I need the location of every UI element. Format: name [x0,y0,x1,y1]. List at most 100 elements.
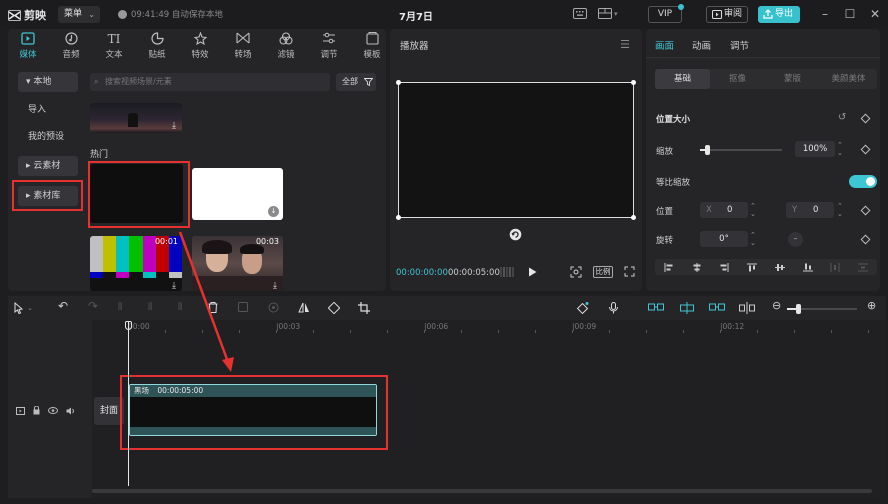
visibility-icon[interactable] [48,407,58,414]
delete-icon[interactable] [208,302,218,313]
keyboard-icon[interactable] [573,8,587,19]
zoom-out-icon[interactable]: ⊖ [772,299,781,312]
crop-icon[interactable] [358,302,370,314]
white-clip-thumbnail[interactable]: ↓ [192,168,283,220]
tab-stickers[interactable]: 贴纸 [141,32,173,60]
split-icon[interactable]: ⫴ [118,302,122,313]
menu-dropdown[interactable]: 菜单 ⌄ [58,6,100,23]
tab-text[interactable]: TI 文本 [98,32,130,60]
rotate-input[interactable]: 0° [700,231,748,247]
fit-screen-icon[interactable] [570,266,582,278]
tab-effects[interactable]: 特效 [184,32,216,60]
zoom-slider-handle[interactable] [796,304,801,314]
download-icon[interactable]: ⤓ [172,281,176,291]
download-icon[interactable]: ⤓ [273,281,277,291]
reset-icon[interactable]: ↺ [838,112,846,123]
mirror-icon[interactable] [298,302,310,313]
tab-adjustment[interactable]: 调节 [730,38,749,52]
minimize-button[interactable]: – [818,7,832,21]
review-button[interactable]: 审阅 [706,6,748,23]
tab-templates[interactable]: 模板 [356,32,388,60]
auto-snap-icon[interactable] [679,302,695,314]
sidebar-item-cloud[interactable]: ▸ 云素材 [18,156,78,176]
align-left-icon[interactable] [664,262,674,272]
subtab-basic[interactable]: 基础 [655,69,710,89]
timeline-scrollbar[interactable] [92,489,872,493]
select-tool[interactable]: ⌄ [14,302,33,314]
keyframe-icon[interactable] [860,205,871,216]
volume-icon[interactable] [66,407,75,415]
keyframe-icon[interactable] [860,144,871,155]
align-right-icon[interactable] [719,262,729,272]
tab-picture[interactable]: 画面 [655,38,674,52]
track-video-icon[interactable] [16,406,25,415]
fullscreen-icon[interactable] [624,266,635,277]
tab-adjust[interactable]: 调节 [313,32,345,60]
split-left-icon[interactable]: ⫴ [148,302,152,313]
uniform-scale-toggle[interactable] [849,175,877,188]
zoom-in-icon[interactable]: ⊕ [867,299,876,312]
sidebar-item-presets[interactable]: 我的预设 [18,127,88,147]
tab-animation[interactable]: 动画 [692,38,711,52]
download-icon[interactable]: ⤓ [172,121,176,131]
tab-filters[interactable]: 滤镜 [270,32,302,60]
sidebar-item-local[interactable]: ▾ 本地 [18,72,78,92]
search-input[interactable]: ⌕ 搜索视频场景/元素 [90,73,330,91]
scale-slider-handle[interactable] [705,145,711,155]
align-top-icon[interactable] [747,263,758,272]
keyframe-icon[interactable] [860,113,871,124]
keyframe-icon[interactable] [860,234,871,245]
tab-transitions[interactable]: 转场 [227,32,259,60]
align-bottom-icon[interactable] [802,263,813,272]
rotate-dial[interactable]: – [788,232,803,247]
maximize-button[interactable]: ☐ [843,7,857,21]
linkage-icon[interactable] [709,302,725,312]
aspect-ratio-button[interactable]: 比例 [593,266,613,278]
playhead[interactable] [128,321,129,486]
scale-slider[interactable] [700,145,782,155]
distribute-v-icon[interactable] [858,263,869,272]
scale-stepper[interactable]: ⌃ ⌄ [837,141,843,157]
time-ruler[interactable]: 00:00 |00:03 |00:06 |00:09 |00:12 [92,320,886,334]
zoom-slider[interactable] [787,304,857,314]
download-icon[interactable]: ↓ [268,206,279,217]
reverse-icon[interactable] [268,302,279,313]
align-center-h-icon[interactable] [692,262,702,272]
x-stepper[interactable]: ⌃ ⌄ [750,202,756,218]
subtab-cutout[interactable]: 抠像 [710,69,765,89]
undo-icon[interactable]: ↶ [58,299,68,313]
close-button[interactable]: ✕ [868,7,882,21]
preview-axis-icon[interactable] [739,302,755,314]
playhead-handle[interactable] [125,321,132,330]
scale-input[interactable]: 100% [795,141,835,157]
sunset-thumbnail[interactable]: ⤓ [90,103,182,133]
people-thumbnail[interactable]: 00:03 ⤓ [192,236,283,291]
color-bars-thumbnail[interactable]: 00:01 ⤓ [90,236,182,291]
tab-audio[interactable]: 音频 [55,32,87,60]
export-button[interactable]: 导出 [758,6,800,23]
freeze-icon[interactable] [238,302,248,312]
sidebar-item-import[interactable]: 导入 [18,100,78,120]
filter-button[interactable]: 全部 [336,73,376,91]
position-x-input[interactable]: X 0 [700,202,748,218]
y-stepper[interactable]: ⌃ ⌄ [837,202,843,218]
microphone-icon[interactable] [609,302,618,314]
align-center-v-icon[interactable] [774,263,785,272]
rotate-stepper[interactable]: ⌃ ⌄ [750,231,756,247]
waveform-icon[interactable] [500,267,514,277]
redo-icon[interactable]: ↷ [88,299,98,313]
split-right-icon[interactable]: ⫴ [178,302,182,313]
vip-button[interactable]: VIP [648,4,684,23]
lock-icon[interactable] [33,406,40,415]
rotate-icon[interactable] [328,302,340,314]
subtab-beauty[interactable]: 美颜美体 [820,69,877,89]
tab-media[interactable]: 媒体 [12,32,44,60]
layout-icon[interactable]: ▾ [598,8,618,19]
subtab-mask[interactable]: 蒙版 [765,69,820,89]
position-y-input[interactable]: Y 0 [786,202,834,218]
main-track-magnet-icon[interactable] [648,302,664,312]
rotate-handle-icon[interactable] [509,228,522,241]
preview-canvas[interactable] [396,80,636,220]
distribute-h-icon[interactable] [830,262,840,272]
menu-icon[interactable]: ☰ [620,38,630,51]
